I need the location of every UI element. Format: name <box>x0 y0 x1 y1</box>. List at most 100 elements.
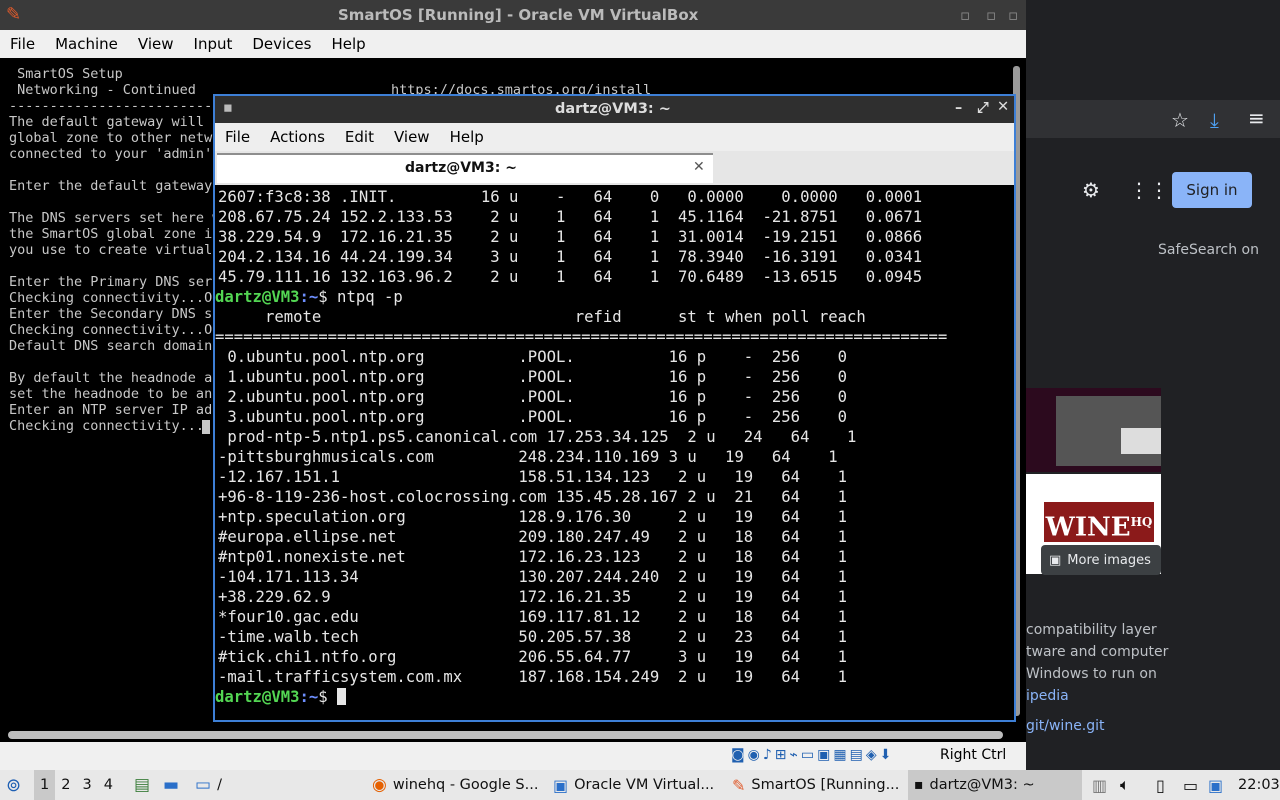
more-images-label: More images <box>1067 552 1151 568</box>
host-key-icon[interactable]: ⬇ <box>880 747 892 763</box>
menu-input[interactable]: Input <box>184 35 243 53</box>
result-snippet-line: compatibility layer <box>1026 622 1157 638</box>
sign-in-button[interactable]: Sign in <box>1172 172 1252 208</box>
ntpq-row: -mail.trafficsystem.com.mx 187.168.154.2… <box>218 668 848 686</box>
clock[interactable]: 22:03 <box>1238 770 1280 800</box>
shared-folders-icon[interactable]: ▭ <box>801 747 814 763</box>
vbox-titlebar[interactable]: ✎ SmartOS [Running] - Oracle VM VirtualB… <box>0 0 1026 30</box>
recording-icon[interactable]: ▦ <box>833 747 846 763</box>
launcher-icon[interactable]: ▤ <box>134 770 150 800</box>
terminal-line: 45.79.111.16 132.163.96.2 2 u 1 64 1 70.… <box>218 268 923 286</box>
menu-help[interactable]: Help <box>321 35 375 53</box>
desktop-icon[interactable]: ▬ <box>163 770 179 800</box>
terminal-line: 2607:f3c8:38 .INIT. 16 u - 64 0 0.0000 0… <box>218 188 923 206</box>
usb-icon[interactable]: ⌁ <box>789 747 797 763</box>
console-line: By default the headnode ac <box>9 370 221 386</box>
hard-disk-icon[interactable]: ◙ <box>731 747 745 763</box>
vbox-statusbar: ◙ ◉ ♪ ⊞ ⌁ ▭ ▣ ▦ ▤ ◈ ⬇ Right Ctrl <box>0 742 1026 770</box>
more-images-button[interactable]: ▣ More images <box>1041 545 1161 575</box>
menu-devices[interactable]: Devices <box>242 35 321 53</box>
wine-git-link[interactable]: git/wine.git <box>1026 718 1105 734</box>
safesearch-label[interactable]: SafeSearch on <box>1158 242 1259 258</box>
taskbar: ⊚ 1 2 3 4 ▤ ▬ ▭ / ◉ winehq - Google S...… <box>0 770 1280 800</box>
terminal-output[interactable]: 2607:f3c8:38 .INIT. 16 u - 64 0 0.0000 0… <box>215 185 1014 720</box>
terminal-window[interactable]: ▪ dartz@VM3: ~ – ⤢ ✕ File Actions Edit V… <box>213 94 1016 722</box>
tab-close-icon[interactable]: ✕ <box>693 159 705 175</box>
task-terminal[interactable]: ▪ dartz@VM3: ~ <box>908 770 1082 800</box>
trash-icon[interactable]: ▥ <box>1092 770 1107 800</box>
keep-above-icon[interactable]: ▫ <box>960 6 970 24</box>
folder-launcher[interactable]: ▭ / <box>195 770 222 800</box>
task-label: winehq - Google S... <box>392 777 539 793</box>
menu-view[interactable]: View <box>384 128 440 146</box>
menu-file[interactable]: File <box>215 128 260 146</box>
task-label: Oracle VM Virtual... <box>574 777 715 793</box>
image-icon: ▣ <box>1049 552 1062 568</box>
status-icons: ◙ ◉ ♪ ⊞ ⌁ ▭ ▣ ▦ ▤ ◈ ⬇ <box>731 747 891 763</box>
audio-icon[interactable]: ♪ <box>763 747 772 763</box>
horizontal-scrollbar[interactable] <box>8 731 1003 739</box>
console-line: Checking connectivity...OK <box>9 322 221 338</box>
ntpq-row: -pittsburghmusicals.com 248.234.110.169 … <box>218 448 838 466</box>
minimize-icon[interactable]: – <box>955 100 962 116</box>
menu-help[interactable]: Help <box>440 128 494 146</box>
cpu-icon[interactable]: ▤ <box>850 747 863 763</box>
ntpq-row: #europa.ellipse.net 209.180.247.49 2 u 1… <box>218 528 848 546</box>
terminal-menubar: File Actions Edit View Help <box>215 123 1014 151</box>
close-icon[interactable]: ▫ <box>1008 6 1018 24</box>
menu-machine[interactable]: Machine <box>45 35 128 53</box>
workspace-3[interactable]: 3 <box>76 777 97 793</box>
network-icon[interactable]: ⊞ <box>775 747 787 763</box>
wikipedia-link[interactable]: ipedia <box>1026 688 1069 704</box>
ntpq-row: -12.167.151.1 158.51.134.123 2 u 19 64 1 <box>218 468 848 486</box>
workspace-2[interactable]: 2 <box>55 777 76 793</box>
menu-view[interactable]: View <box>128 35 184 53</box>
apps-grid-icon[interactable]: ⋮⋮ <box>1129 178 1169 202</box>
volume-icon[interactable]: 🔈︎ <box>1120 770 1130 800</box>
menu-edit[interactable]: Edit <box>335 128 384 146</box>
address-bar[interactable] <box>1026 100 1280 138</box>
menu-actions[interactable]: Actions <box>260 128 335 146</box>
maximize-icon[interactable]: ⤢ <box>977 100 989 116</box>
ntpq-row: *four10.gac.edu 169.117.81.12 2 u 18 64 … <box>218 608 848 626</box>
updates-icon[interactable]: ▣ <box>1208 770 1223 800</box>
console-line: The DNS servers set here w <box>9 210 221 226</box>
terminal-app-icon: ▪ <box>223 100 233 116</box>
task-firefox[interactable]: ◉ winehq - Google S... <box>372 770 538 800</box>
terminal-tabbar: dartz@VM3: ~ ✕ <box>215 151 1014 185</box>
start-menu-icon[interactable]: ⊚ <box>6 770 21 800</box>
vm-window-icon: ✎ <box>732 775 746 795</box>
image-thumbnail[interactable] <box>1026 388 1161 472</box>
network-icon[interactable]: ▭ <box>1183 770 1198 800</box>
download-icon[interactable]: ⤓ <box>1210 108 1219 132</box>
host-key-label: Right Ctrl <box>940 747 1007 763</box>
folder-icon: ▭ <box>195 775 212 795</box>
console-line: Enter the default gateway <box>9 178 213 194</box>
ntpq-row: -104.171.113.34 130.207.244.240 2 u 19 6… <box>218 568 848 586</box>
prompt-command: $ ntpq -p <box>318 288 403 306</box>
terminal-cursor <box>337 688 347 705</box>
task-smartos-vm[interactable]: ✎ SmartOS [Running... <box>732 770 899 800</box>
clipboard-icon[interactable]: ▯ <box>1156 770 1165 800</box>
settings-gear-icon[interactable]: ⚙ <box>1082 178 1100 202</box>
ntpq-row: 1.ubuntu.pool.ntp.org .POOL. 16 p - 256 … <box>218 368 848 386</box>
task-virtualbox-manager[interactable]: ▣ Oracle VM Virtual... <box>553 770 714 800</box>
terminal-tab[interactable]: dartz@VM3: ~ ✕ <box>217 153 713 183</box>
console-line: Enter the Secondary DNS se <box>9 306 221 322</box>
display-icon[interactable]: ▣ <box>817 747 830 763</box>
terminal-titlebar[interactable]: ▪ dartz@VM3: ~ – ⤢ ✕ <box>215 96 1014 123</box>
optical-drive-icon[interactable]: ◉ <box>748 747 760 763</box>
console-line: Checking connectivity... <box>9 418 205 434</box>
mouse-integration-icon[interactable]: ◈ <box>866 747 877 763</box>
workspace-4[interactable]: 4 <box>98 777 119 793</box>
bookmark-star-icon[interactable]: ☆ <box>1171 108 1189 132</box>
workspace-1[interactable]: 1 <box>34 770 56 800</box>
close-icon[interactable]: ✕ <box>997 99 1009 115</box>
menu-file[interactable]: File <box>0 35 45 53</box>
minimize-icon[interactable]: ▫ <box>986 6 996 24</box>
tab-title: dartz@VM3: ~ <box>405 160 517 176</box>
ntpq-row: +38.229.62.9 172.16.21.35 2 u 19 64 1 <box>218 588 848 606</box>
console-line: Enter the Primary DNS serv <box>9 274 221 290</box>
menu-icon[interactable]: ≡ <box>1248 106 1265 130</box>
prompt-path: :~ <box>299 688 319 706</box>
